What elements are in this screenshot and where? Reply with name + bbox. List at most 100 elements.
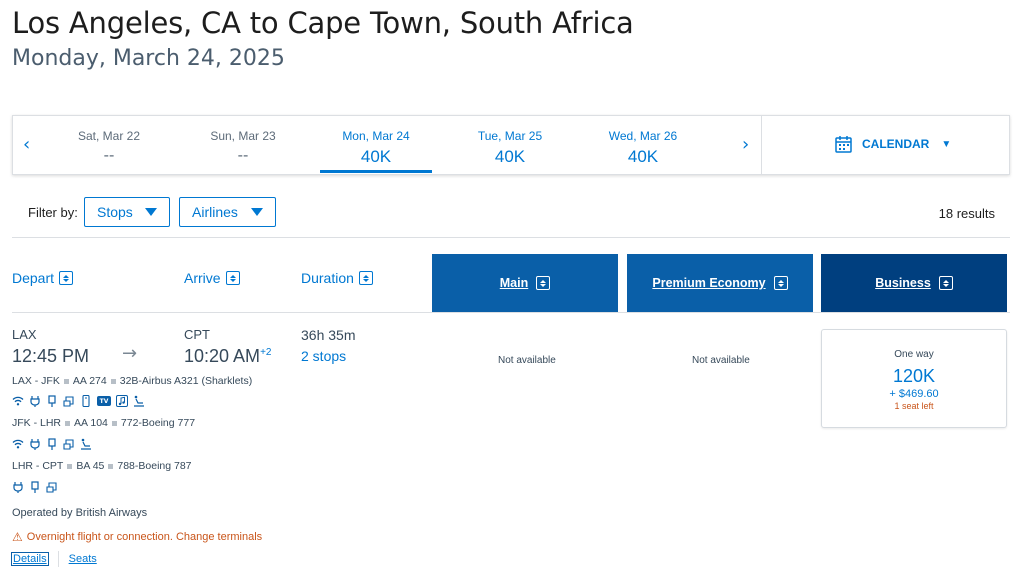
usb-icon: [46, 438, 58, 450]
tv-icon: TV: [97, 396, 111, 406]
segment-flight-number: AA 274: [72, 375, 107, 387]
caret-down-icon: [145, 208, 157, 216]
date-label: Sun, Mar 23: [210, 129, 276, 143]
business-fare-card[interactable]: One way 120K + $469.60 1 seat left: [821, 329, 1007, 428]
sort-depart-button[interactable]: Depart: [12, 270, 74, 286]
airlines-filter-label: Airlines: [192, 204, 238, 220]
page-subtitle-date: Monday, March 24, 2025: [12, 46, 285, 71]
stops-filter-label: Stops: [97, 204, 133, 220]
segment-flight-number: AA 104: [74, 417, 108, 429]
warning-icon: ⚠: [12, 530, 23, 544]
date-option-sun-mar-23[interactable]: Sun, Mar 23 --: [187, 116, 299, 173]
stops-link[interactable]: 2 stops: [301, 348, 346, 364]
stops-filter-dropdown[interactable]: Stops: [84, 197, 170, 227]
sort-icon: [536, 276, 551, 290]
date-carousel: ‹ Sat, Mar 22 -- Sun, Mar 23 -- Mon, Mar…: [12, 115, 1010, 175]
arrive-time: 10:20 AM: [184, 346, 261, 366]
cabin-premium-label: Premium Economy: [652, 276, 766, 290]
details-link[interactable]: Details: [11, 552, 49, 566]
results-count: 18 results: [938, 206, 995, 221]
sort-icon: [225, 271, 240, 285]
day-offset: +2: [260, 347, 272, 358]
date-label: Wed, Mar 26: [608, 129, 678, 143]
calendar-label: CALENDAR: [862, 137, 930, 151]
chevron-left-icon[interactable]: ‹: [23, 134, 30, 155]
depart-time: 12:45 PM: [12, 346, 90, 366]
amenities-row: TV: [12, 395, 145, 407]
lie-flat-seat-icon: [80, 438, 92, 450]
origin-code: LAX: [12, 327, 37, 342]
date-price: 40K: [627, 147, 659, 166]
sort-icon: [358, 271, 373, 285]
segment-route: LHR - CPT: [12, 460, 64, 472]
separator-icon: [63, 378, 69, 384]
trip-type: One way: [894, 349, 934, 360]
fare-taxes: + $469.60: [889, 388, 939, 400]
sort-depart-label: Depart: [12, 270, 55, 286]
power-outlet-icon: [12, 481, 24, 493]
date-option-tue-mar-25[interactable]: Tue, Mar 25 40K: [454, 116, 566, 173]
food-icon: [63, 438, 75, 450]
date-price: --: [237, 147, 249, 164]
segment-row: JFK - LHR AA 104 772-Boeing 777: [12, 417, 195, 429]
main-fare-unavailable: Not available: [498, 355, 556, 366]
calendar-icon: [835, 136, 852, 153]
device-icon: [80, 395, 92, 407]
divider: [12, 237, 1010, 238]
usb-icon: [29, 481, 41, 493]
power-outlet-icon: [29, 395, 41, 407]
divider: [761, 116, 762, 174]
date-price: --: [103, 147, 115, 164]
chevron-right-icon[interactable]: ›: [742, 134, 749, 155]
music-icon: [116, 395, 128, 407]
caret-down-icon: [251, 208, 263, 216]
power-outlet-icon: [29, 438, 41, 450]
food-icon: [46, 481, 58, 493]
cabin-premium-economy-header[interactable]: Premium Economy: [627, 254, 813, 312]
flight-duration: 36h 35m: [301, 327, 356, 343]
segment-aircraft: 32B-Airbus A321 (Sharklets): [119, 375, 253, 387]
date-option-mon-mar-24[interactable]: Mon, Mar 24 40K: [320, 116, 432, 173]
flight-links: Details Seats: [11, 551, 97, 567]
segment-route: LAX - JFK: [12, 375, 60, 387]
lie-flat-seat-icon: [133, 395, 145, 407]
usb-icon: [46, 395, 58, 407]
separator-icon: [111, 420, 117, 426]
sort-arrive-label: Arrive: [184, 270, 221, 286]
airlines-filter-dropdown[interactable]: Airlines: [179, 197, 276, 227]
date-label: Tue, Mar 25: [477, 129, 543, 143]
date-label: Sat, Mar 22: [77, 129, 141, 143]
sort-duration-label: Duration: [301, 270, 354, 286]
calendar-button[interactable]: CALENDAR ▼: [835, 135, 951, 153]
sort-icon: [938, 276, 953, 290]
wifi-icon: [12, 395, 24, 407]
wifi-icon: [12, 438, 24, 450]
date-price: 40K: [494, 147, 526, 166]
destination-code: CPT: [184, 327, 210, 342]
cabin-main-label: Main: [499, 276, 529, 290]
premium-fare-unavailable: Not available: [692, 355, 750, 366]
date-option-sat-mar-22[interactable]: Sat, Mar 22 --: [53, 116, 165, 173]
arrive-time-group: 10:20 AM+2: [184, 346, 271, 367]
filter-label: Filter by:: [28, 205, 78, 220]
page-title: Los Angeles, CA to Cape Town, South Afri…: [12, 6, 634, 40]
segment-row: LAX - JFK AA 274 32B-Airbus A321 (Sharkl…: [12, 375, 252, 387]
cabin-business-header[interactable]: Business: [821, 254, 1007, 312]
date-option-wed-mar-26[interactable]: Wed, Mar 26 40K: [587, 116, 699, 173]
segment-aircraft: 772-Boeing 777: [120, 417, 196, 429]
divider: [57, 551, 59, 567]
seats-link[interactable]: Seats: [69, 553, 97, 565]
food-icon: [63, 395, 75, 407]
segment-aircraft: 788-Boeing 787: [117, 460, 192, 472]
fare-miles: 120K: [892, 366, 936, 386]
operated-by: Operated by British Airways: [12, 507, 148, 519]
amenities-row: [12, 481, 58, 493]
sort-icon: [773, 276, 788, 290]
sort-arrive-button[interactable]: Arrive: [184, 270, 240, 286]
arrow-right-icon: →: [122, 343, 138, 364]
sort-duration-button[interactable]: Duration: [301, 270, 373, 286]
cabin-main-header[interactable]: Main: [432, 254, 618, 312]
separator-icon: [108, 463, 114, 469]
separator-icon: [67, 463, 73, 469]
separator-icon: [65, 420, 71, 426]
